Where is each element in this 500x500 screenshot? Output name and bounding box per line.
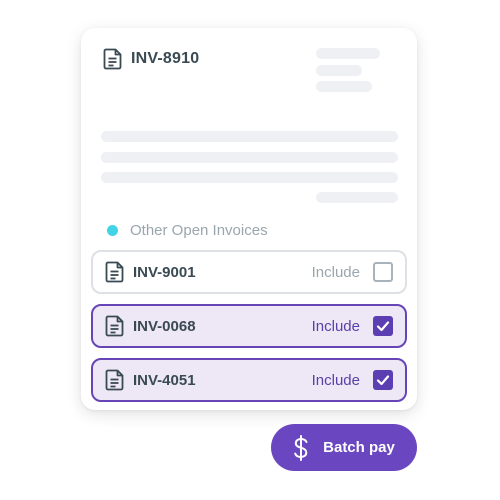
dollar-icon (294, 434, 308, 461)
placeholder-bar (316, 65, 362, 76)
placeholder-bar (316, 192, 398, 203)
invoice-id: INV-4051 (133, 371, 196, 389)
placeholder-bar (101, 152, 398, 163)
document-icon (105, 261, 124, 283)
invoice-title: INV-8910 (131, 50, 200, 67)
include-label: Include (311, 317, 360, 335)
section-label: Other Open Invoices (130, 222, 268, 239)
include-checkbox[interactable] (373, 370, 393, 390)
invoice-row[interactable]: INV-4051 Include (91, 358, 407, 402)
invoice-card: INV-8910 Other Open Invoices INV-9001 In… (81, 28, 417, 410)
include-checkbox[interactable] (373, 316, 393, 336)
placeholder-bar (101, 131, 398, 142)
document-icon (105, 315, 124, 337)
placeholder-bar (316, 48, 380, 59)
invoice-id: INV-0068 (133, 317, 196, 335)
include-label: Include (311, 371, 360, 389)
include-checkbox[interactable] (373, 262, 393, 282)
invoice-header: INV-8910 (103, 48, 199, 70)
status-dot (107, 225, 118, 236)
batch-pay-label: Batch pay (323, 439, 395, 456)
invoice-id: INV-9001 (133, 263, 196, 281)
checkmark-icon (376, 321, 390, 332)
document-icon (103, 48, 122, 70)
placeholder-bar (101, 172, 398, 183)
invoice-row[interactable]: INV-0068 Include (91, 304, 407, 348)
invoice-row[interactable]: INV-9001 Include (91, 250, 407, 294)
placeholder-bar (316, 81, 372, 92)
batch-pay-button[interactable]: Batch pay (271, 424, 417, 471)
checkmark-icon (376, 375, 390, 386)
section-heading: Other Open Invoices (107, 222, 268, 239)
document-icon (105, 369, 124, 391)
include-label: Include (311, 263, 360, 281)
